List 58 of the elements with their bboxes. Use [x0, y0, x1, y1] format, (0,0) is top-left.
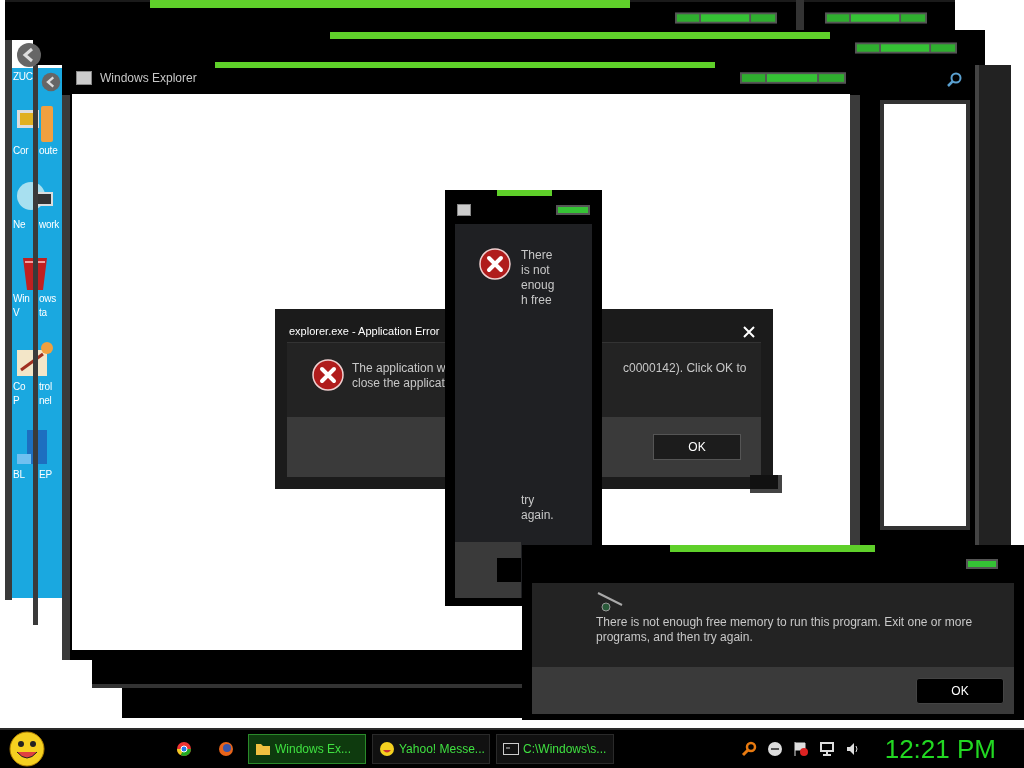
icon-label: oute — [39, 145, 58, 156]
dialog-message: There — [521, 248, 554, 263]
window-controls-icon[interactable] — [740, 72, 846, 84]
dialog-message: again. — [521, 508, 555, 523]
smiley-icon — [379, 741, 395, 757]
icon-label: nel — [39, 395, 52, 406]
dialog-message: h free — [521, 293, 553, 308]
icon-label: Ne — [13, 219, 26, 230]
icon-label: BL — [13, 469, 25, 480]
icon-label: ZUC — [13, 71, 33, 82]
cursor-icon — [596, 591, 624, 613]
window-controls-icon[interactable] — [825, 12, 927, 24]
taskbar-button[interactable]: C:\Windows\s... — [496, 734, 614, 764]
window-controls-icon[interactable] — [556, 205, 590, 215]
search-icon[interactable] — [946, 72, 962, 88]
dialog-message: c0000142). Click OK to — [623, 361, 747, 376]
search-icon[interactable] — [740, 741, 757, 757]
dialog-message: close the applicat — [352, 376, 446, 391]
taskbar-button[interactable]: Windows Ex... — [248, 734, 366, 764]
ok-button[interactable]: OK — [653, 434, 741, 460]
dialog-title: explorer.exe - Application Error — [289, 324, 440, 340]
folder-icon — [255, 742, 271, 756]
smiley-icon[interactable] — [8, 730, 48, 768]
icon-label: V — [13, 307, 20, 318]
taskbar-button[interactable]: Yahoo! Messe... — [372, 734, 490, 764]
flag-icon[interactable] — [792, 741, 809, 757]
clock: 12:21 PM — [884, 732, 996, 766]
icon-label: work — [39, 219, 60, 230]
dialog-message: try — [521, 493, 536, 508]
chrome-icon[interactable] — [176, 741, 192, 757]
dialog-message: enoug — [521, 278, 555, 293]
window-glow — [497, 190, 552, 196]
back-icon[interactable] — [16, 42, 42, 68]
icon-label: ows — [39, 293, 57, 304]
icon-label: ta — [39, 307, 47, 318]
error-icon — [312, 359, 344, 391]
firefox-icon[interactable] — [218, 741, 234, 757]
ok-button[interactable]: OK — [916, 677, 1004, 704]
window-controls-icon[interactable] — [966, 559, 998, 569]
dialog-message: The application w — [352, 361, 446, 376]
window-controls-icon[interactable] — [675, 12, 777, 24]
window-controls-icon[interactable] — [855, 42, 957, 54]
icon-label: trol — [39, 381, 52, 392]
window-title: Windows Explorer — [100, 70, 197, 87]
volume-icon[interactable] — [844, 741, 861, 757]
dialog-message: There is not enough free memory to run this program. Exit one or more programs, and then try again. — [596, 615, 974, 645]
icon-label: Win — [13, 293, 30, 304]
error-icon — [479, 248, 511, 280]
icon-label: P — [13, 395, 20, 406]
status-icon[interactable] — [766, 741, 783, 757]
console-icon — [503, 743, 519, 755]
window-icon — [76, 71, 92, 85]
icon-label: Co — [13, 381, 26, 392]
window-icon — [457, 204, 471, 216]
icon-label: Cor — [13, 145, 29, 156]
icon-label: EP — [39, 469, 52, 480]
network-icon[interactable] — [818, 741, 835, 757]
dialog-message: is not — [521, 263, 551, 278]
